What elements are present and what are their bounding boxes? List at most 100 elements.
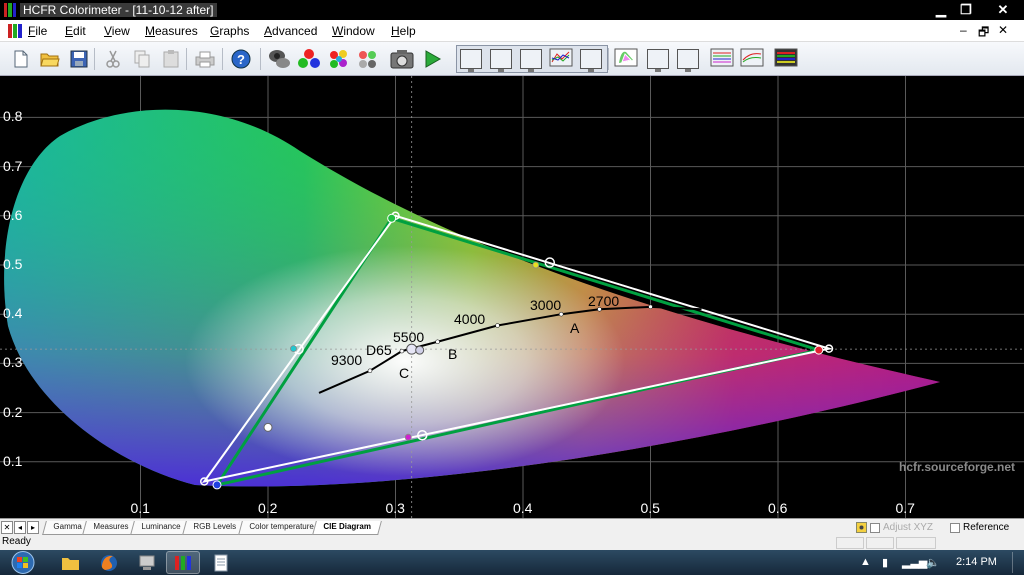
show-desktop-button[interactable] <box>1012 552 1022 573</box>
taskbar-clock[interactable]: 2:14 PM <box>956 556 997 568</box>
child-restore-button[interactable]: 🗗 <box>978 23 989 44</box>
adjust-xyz-checkbox[interactable] <box>870 522 880 533</box>
adjust-xyz-option[interactable]: Adjust XYZ <box>870 522 933 533</box>
measured-secondary-point <box>404 433 412 441</box>
taskbar-app-button[interactable] <box>130 551 164 574</box>
generator-rgb-button[interactable] <box>296 46 322 72</box>
graph-near-black-button[interactable] <box>675 46 701 72</box>
cie-diagram-plot[interactable]: 0.8 0.7 0.6 0.5 0.4 0.3 0.2 0.1 0.1 0.2 0.3 0.4 0.5… <box>0 76 1024 518</box>
tab-bar: ✕ ◂ ▸ Gamma Measures Luminance RGB Level… <box>0 518 1024 536</box>
reference-checkbox[interactable] <box>950 522 960 533</box>
tab-prev-button[interactable]: ◂ <box>14 521 26 534</box>
menu-edit[interactable]: Edit <box>65 24 86 38</box>
hcfr-icon <box>175 555 191 570</box>
status-text: Ready <box>2 536 31 547</box>
graph-multi-button[interactable] <box>709 46 735 72</box>
taskbar-document-button[interactable] <box>204 551 238 574</box>
menu-graphs[interactable]: Graphs <box>210 24 249 38</box>
multi-graph-icon <box>710 48 734 67</box>
folder-icon <box>62 557 79 570</box>
sensor-probe-icon <box>269 50 290 68</box>
y-tick-label: 0.6 <box>3 206 23 223</box>
scissors-icon <box>106 50 120 68</box>
menu-file[interactable]: File <box>28 24 47 38</box>
maximize-button[interactable]: ❐ <box>951 0 981 19</box>
menu-measures[interactable]: Measures <box>145 24 198 38</box>
menu-view[interactable]: View <box>104 24 130 38</box>
folder-icon <box>40 53 60 67</box>
measure-colors-button[interactable] <box>326 46 352 72</box>
document-icon <box>8 24 22 38</box>
curve-label: 3000 <box>530 297 562 313</box>
monitor-icon <box>460 49 482 72</box>
new-document-icon <box>14 50 28 68</box>
grey-balls-icon <box>359 51 376 68</box>
battery-icon[interactable]: ▮ <box>882 556 888 569</box>
tab-next-button[interactable]: ▸ <box>27 521 39 534</box>
cie-chart-svg <box>0 76 1024 518</box>
reference-option[interactable]: Reference <box>950 522 1009 533</box>
tray-expand-icon[interactable]: ▲ <box>860 556 871 568</box>
paste-button[interactable] <box>158 46 184 72</box>
camera-icon <box>390 50 414 69</box>
save-button[interactable] <box>66 46 92 72</box>
curve-marker <box>367 368 373 374</box>
curve-graph-icon <box>740 48 764 67</box>
play-icon <box>425 50 442 68</box>
monitor-icon <box>647 49 669 72</box>
taskbar-firefox-button[interactable] <box>92 551 126 574</box>
x-tick-label: 0.1 <box>130 500 150 516</box>
curve-marker <box>648 304 653 310</box>
graph-histogram-button[interactable] <box>773 46 799 72</box>
graph-near-white-button[interactable] <box>739 46 765 72</box>
measure-grey-button[interactable] <box>355 46 381 72</box>
graph-rgb-button[interactable] <box>518 46 544 72</box>
child-close-button[interactable]: ✕ <box>998 23 1008 37</box>
taskbar-hcfr-button[interactable] <box>166 551 200 574</box>
toolbar-separator <box>186 48 187 70</box>
measured-secondary-point <box>290 345 297 353</box>
clipboard-icon <box>163 50 179 68</box>
x-tick-label: 0.7 <box>895 500 915 516</box>
rgb-balls-icon <box>298 49 320 68</box>
monitor-icon <box>520 49 542 72</box>
child-minimize-button[interactable]: – <box>960 23 967 37</box>
menu-window[interactable]: Window <box>332 24 375 38</box>
adjust-xyz-label: Adjust XYZ <box>883 522 934 533</box>
x-tick-label: 0.3 <box>385 500 405 516</box>
graph-temperature-button[interactable] <box>578 46 604 72</box>
menu-help[interactable]: Help <box>391 24 416 38</box>
curve-label: 4000 <box>454 311 486 327</box>
y-tick-label: 0.2 <box>3 403 23 420</box>
network-icon[interactable]: ▂▃▅ <box>902 556 927 569</box>
graph-cie-button[interactable] <box>613 46 639 72</box>
graph-luminance-button[interactable] <box>488 46 514 72</box>
play-button[interactable] <box>419 46 445 72</box>
monitor-icon <box>677 49 699 72</box>
camera-button[interactable] <box>389 46 415 72</box>
graph-levels-button[interactable] <box>548 46 574 72</box>
taskbar: ▲ ▮ ▂▃▅ 🔈 2:14 PM <box>0 550 1024 575</box>
new-document-button[interactable] <box>8 46 34 72</box>
volume-icon[interactable]: 🔈 <box>926 556 940 569</box>
cut-button[interactable] <box>100 46 126 72</box>
print-button[interactable] <box>192 46 218 72</box>
tab-cie-diagram[interactable]: CIE Diagram <box>312 521 382 535</box>
y-tick-label: 0.3 <box>3 354 23 371</box>
start-button[interactable] <box>6 550 40 575</box>
taskbar-explorer-button[interactable] <box>54 551 88 574</box>
menu-advanced[interactable]: Advanced <box>264 24 317 38</box>
help-button[interactable]: ? <box>228 46 254 72</box>
open-button[interactable] <box>37 46 63 72</box>
tab-rgb-levels[interactable]: RGB Levels <box>182 521 247 535</box>
tab-first-button[interactable]: ✕ <box>1 521 13 534</box>
status-bar: Ready <box>0 536 1024 550</box>
copy-button[interactable] <box>129 46 155 72</box>
svg-text:?: ? <box>237 52 245 67</box>
close-button[interactable]: ✕ <box>985 0 1021 19</box>
sensor-button[interactable] <box>266 46 292 72</box>
cie-monitor-icon <box>614 48 638 67</box>
graph-saturation-button[interactable] <box>645 46 671 72</box>
graph-gamma-button[interactable] <box>458 46 484 72</box>
extra-point-marker <box>263 422 273 432</box>
